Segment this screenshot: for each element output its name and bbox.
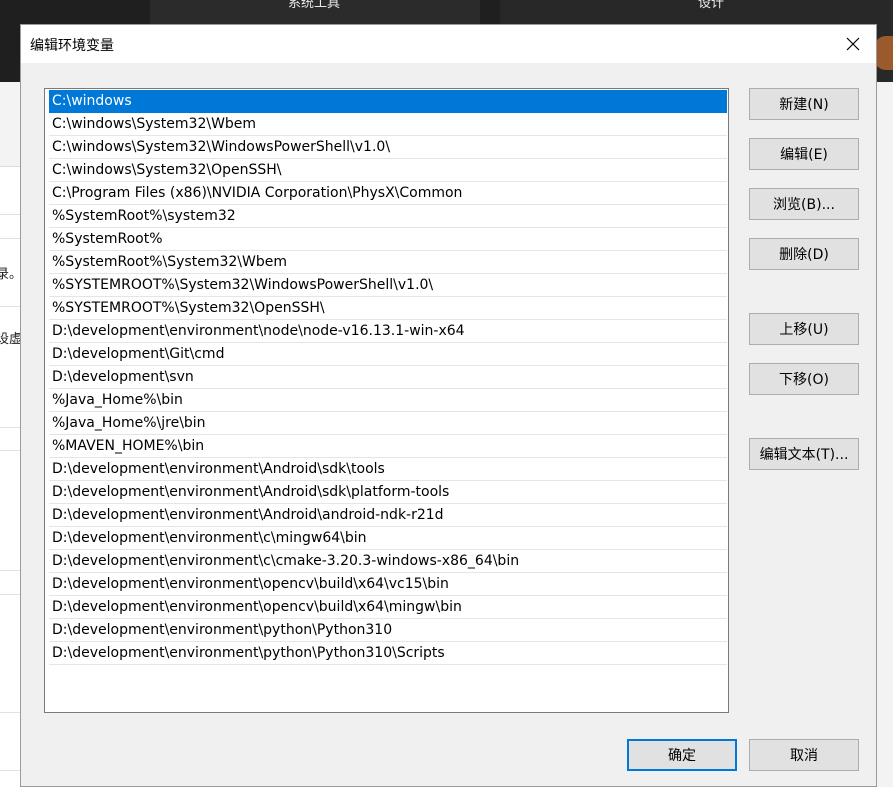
list-item[interactable]: %SystemRoot% <box>49 228 727 251</box>
background-tab-text: 设计 <box>698 0 725 11</box>
background-divider <box>0 770 22 771</box>
list-item[interactable]: %SYSTEMROOT%\System32\WindowsPowerShell\… <box>49 274 727 297</box>
background-text: 设虚 <box>0 332 23 347</box>
list-item[interactable]: D:\development\environment\Android\andro… <box>49 504 727 527</box>
background-divider <box>0 214 22 215</box>
list-item[interactable]: C:\windows\System32\Wbem <box>49 113 727 136</box>
close-icon <box>846 37 860 51</box>
list-item[interactable]: D:\development\environment\node\node-v16… <box>49 320 727 343</box>
list-item[interactable]: D:\development\environment\python\Python… <box>49 642 727 665</box>
list-item[interactable]: %Java_Home%\jre\bin <box>49 412 727 435</box>
browse-button[interactable]: 浏览(B)... <box>749 188 859 220</box>
title-bar[interactable]: 编辑环境变量 <box>21 25 876 63</box>
background-divider <box>0 570 22 571</box>
list-item[interactable]: C:\windows\System32\WindowsPowerShell\v1… <box>49 136 727 159</box>
ok-button[interactable]: 确定 <box>627 739 737 771</box>
list-item[interactable]: D:\development\environment\Android\sdk\p… <box>49 481 727 504</box>
path-list[interactable]: C:\windows C:\windows\System32\Wbem C:\win… <box>44 88 729 713</box>
move-down-button[interactable]: 下移(O) <box>749 363 859 395</box>
list-item[interactable]: C:\windows\System32\OpenSSH\ <box>49 159 727 182</box>
list-item[interactable]: D:\development\environment\c\mingw64\bin <box>49 527 727 550</box>
list-item[interactable]: D:\development\environment\python\Python… <box>49 619 727 642</box>
list-item[interactable]: D:\development\environment\c\cmake-3.20.… <box>49 550 727 573</box>
new-button[interactable]: 新建(N) <box>749 88 859 120</box>
list-item[interactable]: %SYSTEMROOT%\System32\OpenSSH\ <box>49 297 727 320</box>
close-button[interactable] <box>830 25 876 63</box>
list-item[interactable]: D:\development\environment\opencv\build\… <box>49 573 727 596</box>
list-item[interactable]: C:\windows <box>49 90 727 113</box>
list-item[interactable]: C:\Program Files (x86)\NVIDIA Corporatio… <box>49 182 727 205</box>
list-item[interactable]: D:\development\environment\Android\sdk\t… <box>49 458 727 481</box>
background-window-right <box>877 82 893 787</box>
list-item[interactable]: %SystemRoot%\System32\Wbem <box>49 251 727 274</box>
background-divider <box>0 594 22 595</box>
move-up-button[interactable]: 上移(U) <box>749 313 859 345</box>
list-item[interactable]: D:\development\svn <box>49 366 727 389</box>
background-divider <box>0 306 22 307</box>
list-item[interactable]: %Java_Home%\bin <box>49 389 727 412</box>
background-text: 录。 <box>0 267 23 282</box>
edit-env-var-dialog: 编辑环境变量 C:\windows C:\windows\System32\Wbe… <box>20 24 877 787</box>
background-divider <box>0 427 22 428</box>
list-item[interactable]: D:\development\Git\cmd <box>49 343 727 366</box>
list-item[interactable]: %MAVEN_HOME%\bin <box>49 435 727 458</box>
edit-button[interactable]: 编辑(E) <box>749 138 859 170</box>
background-divider <box>0 238 22 239</box>
background-divider <box>0 712 22 713</box>
delete-button[interactable]: 删除(D) <box>749 238 859 270</box>
background-tab-text: 系统工具 <box>288 0 341 11</box>
edit-text-button[interactable]: 编辑文本(T)... <box>749 438 859 470</box>
list-item[interactable]: D:\development\environment\opencv\build\… <box>49 596 727 619</box>
dialog-title: 编辑环境变量 <box>30 38 114 54</box>
background-divider <box>0 450 22 451</box>
list-item[interactable]: %SystemRoot%\system32 <box>49 205 727 228</box>
background-toolbar <box>0 82 22 167</box>
cancel-button[interactable]: 取消 <box>749 739 859 771</box>
